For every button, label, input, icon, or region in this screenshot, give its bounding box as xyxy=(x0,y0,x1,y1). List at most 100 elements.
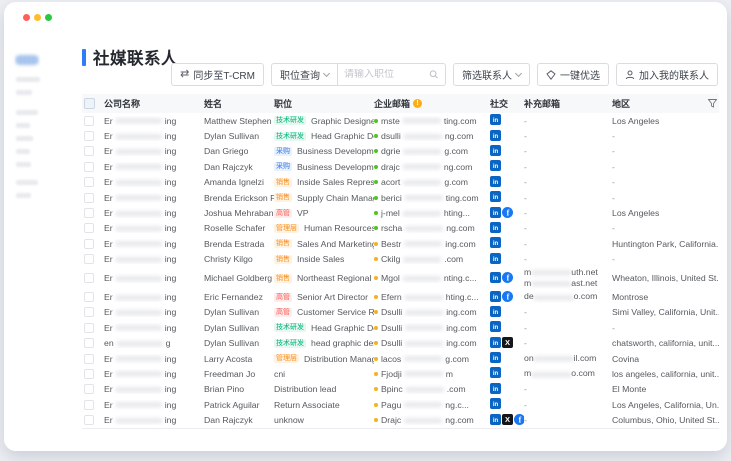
position-query-dropdown[interactable]: 职位查询 xyxy=(271,63,338,86)
sidebar-skeleton-item[interactable] xyxy=(16,123,30,128)
linkedin-icon[interactable]: in xyxy=(490,237,501,250)
maximize-window-button[interactable] xyxy=(45,14,52,21)
x-icon[interactable]: X xyxy=(502,414,513,427)
facebook-icon[interactable]: f xyxy=(502,272,513,285)
add-to-my-contacts-button[interactable]: 加入我的联系人 xyxy=(616,63,718,86)
app-window: 社媒联系人 ⇄ 同步至T-CRM 职位查询 xyxy=(4,2,727,451)
row-checkbox[interactable] xyxy=(84,162,94,172)
row-checkbox[interactable] xyxy=(84,223,94,233)
position-cell: 高管VP xyxy=(274,208,374,218)
row-checkbox-cell xyxy=(82,116,104,126)
extra-email-lines: mxxxxxxxxxxxxxxxxuth.netmxxxxxxxxxxxxxxx… xyxy=(524,267,598,289)
minimize-window-button[interactable] xyxy=(34,14,41,21)
company-name: Er xyxy=(104,193,113,203)
position-cell: 管理层Human Resources Ma... xyxy=(274,223,374,233)
filter-contacts-dropdown[interactable]: 筛选联系人 xyxy=(453,63,530,86)
row-checkbox[interactable] xyxy=(84,369,94,379)
row-checkbox[interactable] xyxy=(84,354,94,364)
region-cell: - xyxy=(612,193,719,203)
row-checkbox[interactable] xyxy=(84,307,94,317)
linkedin-icon[interactable]: in xyxy=(490,207,501,220)
linkedin-icon[interactable]: in xyxy=(490,272,501,285)
linkedin-icon[interactable]: in xyxy=(490,145,501,158)
row-checkbox[interactable] xyxy=(84,239,94,249)
department-tag: 销售 xyxy=(274,274,292,283)
filter-funnel-icon[interactable] xyxy=(708,99,717,108)
linkedin-icon[interactable]: in xyxy=(490,130,501,143)
email-info-icon[interactable]: ! xyxy=(413,99,422,108)
sidebar-skeleton-item[interactable] xyxy=(16,136,33,141)
row-checkbox[interactable] xyxy=(84,384,94,394)
sidebar-skeleton-item[interactable] xyxy=(16,149,30,154)
company-name: ing xyxy=(165,273,177,283)
company-name: Er xyxy=(104,307,113,317)
row-checkbox[interactable] xyxy=(84,292,94,302)
linkedin-icon[interactable]: in xyxy=(490,414,501,427)
email-text: Drajc xyxy=(381,415,401,425)
redacted-text: xxxxxxxxxxxxxxxx xyxy=(405,323,443,332)
redacted-text: xxxxxxxxxxxxxxxx xyxy=(116,239,162,248)
linkedin-icon[interactable]: in xyxy=(490,383,501,396)
col-header-social: 社交 xyxy=(490,97,524,110)
sidebar-skeleton-item[interactable] xyxy=(16,193,31,198)
linkedin-icon[interactable]: in xyxy=(490,291,501,304)
linkedin-icon[interactable]: in xyxy=(490,367,501,380)
sidebar-skeleton-item[interactable] xyxy=(16,110,38,115)
email-text: Mgol xyxy=(381,273,400,283)
linkedin-icon[interactable]: in xyxy=(490,176,501,189)
row-checkbox[interactable] xyxy=(84,146,94,156)
row-checkbox[interactable] xyxy=(84,273,94,283)
facebook-icon[interactable]: f xyxy=(502,291,513,304)
row-checkbox[interactable] xyxy=(84,208,94,218)
sidebar-skeleton-item[interactable] xyxy=(16,162,31,167)
x-icon[interactable]: X xyxy=(502,337,513,350)
email-text: ng.com xyxy=(444,162,473,172)
company-cell: Erxxxxxxxxxxxxxxxxing xyxy=(104,307,204,317)
row-checkbox[interactable] xyxy=(84,400,94,410)
linkedin-icon[interactable]: in xyxy=(490,160,501,173)
linkedin-icon[interactable]: in xyxy=(490,191,501,204)
linkedin-icon[interactable]: in xyxy=(490,398,501,411)
email-cell: j-melxxxxxxxxxxxxxxxxhting... xyxy=(374,208,490,218)
svg-text:in: in xyxy=(493,341,499,347)
linkedin-icon[interactable]: in xyxy=(490,114,501,127)
row-checkbox[interactable] xyxy=(84,193,94,203)
one-click-select-button[interactable]: 一键优选 xyxy=(537,63,609,86)
company-name: Er xyxy=(104,208,113,218)
email-text: Pagu xyxy=(381,400,401,410)
facebook-icon[interactable]: f xyxy=(502,207,513,220)
extra-email-text: o.com xyxy=(574,291,598,301)
sidebar-skeleton-item[interactable] xyxy=(16,90,32,95)
close-window-button[interactable] xyxy=(23,14,30,21)
facebook-icon[interactable]: f xyxy=(514,414,524,427)
social-cell: inXf xyxy=(490,414,524,427)
linkedin-icon[interactable]: in xyxy=(490,306,501,319)
row-checkbox-cell xyxy=(82,273,104,283)
row-checkbox[interactable] xyxy=(84,415,94,425)
row-checkbox[interactable] xyxy=(84,254,94,264)
sidebar-skeleton-item[interactable] xyxy=(16,180,38,185)
linkedin-icon[interactable]: in xyxy=(490,352,501,365)
email-text: Bpinc xyxy=(381,384,403,394)
search-icon[interactable] xyxy=(429,69,439,80)
row-checkbox[interactable] xyxy=(84,131,94,141)
department-tag: 销售 xyxy=(274,255,292,264)
row-checkbox[interactable] xyxy=(84,338,94,348)
department-tag: 高管 xyxy=(274,293,292,302)
linkedin-icon[interactable]: in xyxy=(490,253,501,266)
row-checkbox[interactable] xyxy=(84,177,94,187)
contact-name: Larry Acosta xyxy=(204,354,274,364)
select-all-checkbox[interactable] xyxy=(84,98,95,109)
linkedin-icon[interactable]: in xyxy=(490,222,501,235)
sidebar-skeleton-item[interactable] xyxy=(16,77,40,82)
linkedin-icon[interactable]: in xyxy=(490,321,501,334)
email-text: ng.com xyxy=(445,131,474,141)
department-tag: 技术研发 xyxy=(274,132,306,141)
row-checkbox[interactable] xyxy=(84,323,94,333)
svg-text:in: in xyxy=(493,356,499,362)
sync-to-tcrm-button[interactable]: ⇄ 同步至T-CRM xyxy=(171,63,264,86)
row-checkbox[interactable] xyxy=(84,116,94,126)
linkedin-icon[interactable]: in xyxy=(490,337,501,350)
position-title: Head Graphic Desig... xyxy=(311,323,374,333)
position-search-input[interactable] xyxy=(344,69,429,80)
